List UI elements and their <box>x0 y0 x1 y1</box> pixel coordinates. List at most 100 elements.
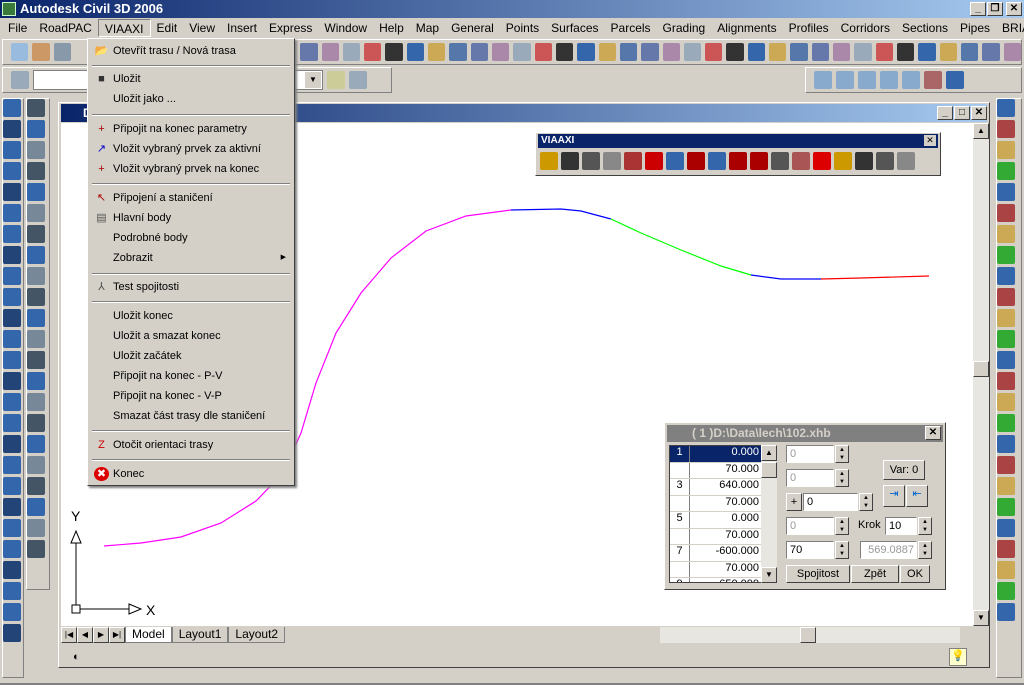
next-tab-button[interactable]: ▶ <box>93 627 109 643</box>
menu-item[interactable]: Z Otočit orientaci trasy <box>90 435 292 455</box>
toolbar-icon[interactable] <box>3 183 21 201</box>
command-line[interactable] <box>0 683 1024 693</box>
toolbar-icon[interactable] <box>428 43 446 61</box>
toolbar-icon[interactable] <box>27 477 45 495</box>
toolbar-icon[interactable] <box>1003 43 1021 61</box>
field-1[interactable]: 0 <box>786 445 834 463</box>
element-table[interactable]: 1 0.000 70.000 3 640.000 70.000 5 0.000 70.000 7 -… <box>669 445 762 583</box>
toolbar-icon[interactable] <box>555 43 574 61</box>
toolbar-icon[interactable] <box>997 120 1015 138</box>
table-row[interactable]: 1 0.000 <box>670 446 761 463</box>
toolbar-icon[interactable] <box>603 152 621 170</box>
toolbar-icon[interactable] <box>27 372 45 390</box>
scroll-up-button[interactable]: ▲ <box>973 123 989 139</box>
toolbar-icon[interactable] <box>997 288 1015 306</box>
toolbar-icon[interactable] <box>662 43 680 61</box>
toolbar-icon[interactable] <box>997 183 1015 201</box>
toolbar-icon[interactable] <box>997 225 1015 243</box>
toolbar-icon[interactable] <box>27 330 45 348</box>
table-row[interactable]: 70.000 <box>670 561 761 578</box>
table-row[interactable]: 5 0.000 <box>670 512 761 529</box>
first-tab-button[interactable]: |◀ <box>61 627 77 643</box>
toolbar-icon[interactable] <box>997 540 1015 558</box>
menu-item[interactable]: Uložit a smazat konec <box>90 326 292 346</box>
insert-right-button[interactable]: ⇥ <box>883 485 905 507</box>
toolbar-icon[interactable] <box>27 162 45 180</box>
toolbar-icon[interactable] <box>385 43 403 61</box>
zpet-button[interactable]: Zpět <box>851 565 899 583</box>
toolbar-icon[interactable] <box>582 152 600 170</box>
toolbar-icon[interactable] <box>27 456 45 474</box>
toolbar-icon[interactable] <box>577 43 595 61</box>
toolbar-icon[interactable] <box>3 624 21 642</box>
menu-surfaces[interactable]: Surfaces <box>545 19 604 37</box>
field-2-spinner[interactable]: ▲ ▼ <box>835 469 849 487</box>
tool-icon[interactable] <box>858 71 876 89</box>
toolbar-icon[interactable] <box>896 43 915 61</box>
toolbar-icon[interactable] <box>997 414 1015 432</box>
scroll-down-button[interactable]: ▼ <box>973 610 989 626</box>
menu-item[interactable]: Uložit jako ... <box>90 89 292 109</box>
krok-spinner[interactable]: ▲ ▼ <box>918 517 932 535</box>
alignment-segment[interactable] <box>610 218 752 276</box>
menu-item[interactable]: Uložit konec <box>90 306 292 326</box>
toolbar-icon[interactable] <box>769 43 787 61</box>
toolbar-icon[interactable] <box>3 477 21 495</box>
menu-window[interactable]: Window <box>318 19 373 37</box>
toolbar-icon[interactable] <box>729 152 747 170</box>
toolbar-icon[interactable] <box>624 152 642 170</box>
tool-icon[interactable] <box>814 71 832 89</box>
tool-icon[interactable] <box>946 71 964 89</box>
toolbar-icon[interactable] <box>997 372 1015 390</box>
toolbar-icon[interactable] <box>27 519 45 537</box>
menu-item[interactable]: Podrobné body <box>90 228 292 248</box>
toolbar-icon[interactable] <box>3 204 21 222</box>
toolbar-icon[interactable] <box>32 43 50 61</box>
menu-insert[interactable]: Insert <box>221 19 263 37</box>
toolbar-icon[interactable] <box>939 43 957 61</box>
insert-left-button[interactable]: ⇤ <box>906 485 928 507</box>
toolbar-icon[interactable] <box>811 43 830 61</box>
menu-file[interactable]: File <box>2 19 33 37</box>
toolbar-icon[interactable] <box>321 43 339 61</box>
toolbar-icon[interactable] <box>27 309 45 327</box>
table-row[interactable]: 9-650.000 <box>670 578 761 582</box>
toolbar-icon[interactable] <box>364 43 382 61</box>
menu-express[interactable]: Express <box>263 19 318 37</box>
toolbar-icon[interactable] <box>540 152 558 170</box>
toolbar-icon[interactable] <box>997 99 1015 117</box>
toolbar-icon[interactable] <box>834 152 852 170</box>
toolbar-icon[interactable] <box>726 43 744 61</box>
readout-spinner[interactable]: ▲ ▼ <box>918 541 932 559</box>
tab-model[interactable]: Model <box>125 627 172 643</box>
table-row[interactable]: 70.000 <box>670 495 761 512</box>
toolbar-icon[interactable] <box>683 43 702 61</box>
toolbar-icon[interactable] <box>833 43 851 61</box>
toolbar-icon[interactable] <box>997 456 1015 474</box>
toolbar-icon[interactable] <box>3 561 21 579</box>
horizontal-scrollbar[interactable] <box>660 627 961 643</box>
toolbar-icon[interactable] <box>997 603 1015 621</box>
toolbar-icon[interactable] <box>875 43 893 61</box>
alignment-segment[interactable] <box>820 275 930 280</box>
toolbar-icon[interactable] <box>645 152 663 170</box>
drawing-maximize-button[interactable]: □ <box>954 106 970 120</box>
menu-sections[interactable]: Sections <box>896 19 954 37</box>
menu-item[interactable]: ↖ Připojení a staničení <box>90 188 292 208</box>
toolbar-icon[interactable] <box>997 498 1015 516</box>
chevron-down-icon[interactable]: ▼ <box>305 72 321 88</box>
restore-button[interactable]: ❐ <box>987 2 1003 16</box>
toolbar-icon[interactable] <box>997 519 1015 537</box>
toolbar-icon[interactable] <box>897 152 915 170</box>
menu-view[interactable]: View <box>183 19 221 37</box>
menu-item[interactable]: + Připojit na konec parametry <box>90 119 292 139</box>
toolbar-icon[interactable] <box>687 152 705 170</box>
toolbar-icon[interactable] <box>3 225 21 243</box>
toolbar-icon[interactable] <box>27 351 45 369</box>
var-button[interactable]: Var: 0 <box>883 460 925 480</box>
toolbar-icon[interactable] <box>918 43 936 61</box>
toolbar-icon[interactable] <box>3 393 21 411</box>
toolbar-icon[interactable] <box>855 152 873 170</box>
minimize-button[interactable]: _ <box>970 2 986 16</box>
drawing-minimize-button[interactable]: _ <box>937 106 953 120</box>
